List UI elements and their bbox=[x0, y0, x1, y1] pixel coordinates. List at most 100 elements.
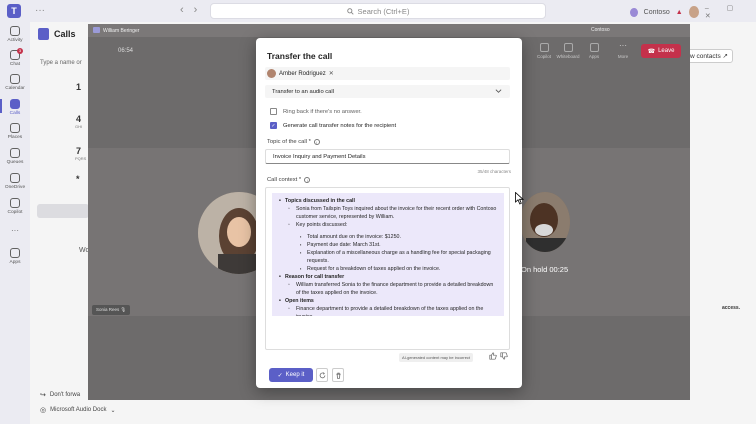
user-avatar[interactable] bbox=[688, 6, 699, 18]
topic-label-text: Topic of the call * bbox=[267, 139, 311, 145]
phone-icon bbox=[10, 99, 20, 109]
apps-icon bbox=[10, 248, 20, 258]
org-name[interactable]: Contoso bbox=[644, 9, 670, 16]
dial-key-1[interactable]: 1 bbox=[76, 82, 81, 92]
more-tool-button[interactable]: ··· More bbox=[611, 42, 635, 60]
search-icon bbox=[346, 7, 354, 15]
key-point: Total amount due on the invoice: $1250. bbox=[277, 233, 499, 241]
audio-device-label: Microsoft Audio Dock bbox=[50, 407, 107, 413]
app-rail: Activity 3 Chat Calendar Calls Places Que… bbox=[0, 22, 30, 424]
context-item: Sonia from Tailspin Toys inquired about … bbox=[277, 205, 499, 221]
ring-back-option[interactable]: Ring back if there's no answer. bbox=[270, 108, 362, 115]
copilot-tool-button[interactable]: Copilot bbox=[532, 43, 556, 59]
new-contacts-button[interactable]: w contacts ↗ bbox=[685, 49, 733, 63]
refresh-icon bbox=[319, 371, 325, 378]
history-nav: ‹ › bbox=[180, 4, 207, 16]
info-icon[interactable]: i bbox=[304, 177, 311, 183]
leave-label: Leave bbox=[658, 48, 675, 54]
call-context-content[interactable]: Topics discussed in the call Sonia from … bbox=[272, 193, 504, 316]
rail-item-queues[interactable]: Queues bbox=[0, 148, 30, 165]
thumbs-up-icon[interactable] bbox=[489, 352, 497, 360]
copilot-icon[interactable] bbox=[630, 7, 638, 17]
keep-label: Keep it bbox=[285, 372, 305, 378]
generate-notes-option[interactable]: ✓ Generate call transfer notes for the r… bbox=[270, 122, 396, 129]
context-item: Key points discussed: bbox=[277, 221, 499, 229]
recipient-avatar bbox=[267, 69, 276, 78]
back-icon[interactable]: ‹ bbox=[180, 4, 184, 16]
participant-avatar-right bbox=[520, 192, 570, 252]
participant-name-tag: Sonia Rees 🎙 bbox=[92, 305, 131, 315]
generate-notes-checkbox[interactable]: ✓ bbox=[270, 122, 277, 129]
info-icon[interactable]: i bbox=[313, 139, 320, 145]
dial-digit: 7 bbox=[76, 146, 82, 156]
regenerate-button[interactable] bbox=[316, 368, 328, 382]
call-forwarding[interactable]: ↪ Don't forwa bbox=[40, 391, 80, 399]
alert-icon: ▲ bbox=[675, 8, 683, 16]
keep-it-button[interactable]: ✓ Keep it bbox=[269, 368, 313, 382]
teams-logo-icon: T bbox=[7, 4, 21, 18]
context-item: William transferred Sonia to the finance… bbox=[277, 281, 499, 297]
rail-item-activity[interactable]: Activity bbox=[0, 26, 30, 43]
cloud-icon bbox=[10, 173, 20, 183]
call-org: Contoso bbox=[591, 27, 610, 33]
context-item: Finance department to provide a detailed… bbox=[277, 305, 499, 316]
discard-button[interactable] bbox=[332, 368, 344, 382]
topic-value: Invoice Inquiry and Payment Details bbox=[273, 153, 366, 160]
access-text: access. bbox=[722, 305, 741, 311]
window-controls[interactable]: – ▢ ✕ bbox=[705, 4, 756, 20]
recipient-chip[interactable]: Amber Rodriguez ✕ bbox=[267, 68, 334, 79]
more-icon[interactable]: ··· bbox=[35, 5, 45, 16]
rail-label: OneDrive bbox=[4, 185, 26, 190]
leave-button[interactable]: ☎ Leave bbox=[641, 44, 681, 58]
check-icon: ✓ bbox=[277, 372, 283, 379]
copilot-icon bbox=[10, 198, 20, 208]
search-input[interactable]: Search (Ctrl+E) bbox=[210, 3, 546, 19]
rail-item-copilot[interactable]: Copilot bbox=[0, 198, 30, 215]
new-contacts-label: w contacts bbox=[690, 53, 721, 60]
call-context-editor[interactable]: Topics discussed in the call Sonia from … bbox=[265, 187, 510, 350]
caller-name: William Beringer bbox=[103, 27, 140, 34]
forward-icon[interactable]: › bbox=[194, 4, 198, 16]
apps-icon bbox=[589, 43, 599, 52]
close-icon[interactable]: ✕ bbox=[329, 70, 334, 77]
dial-letters: GHI bbox=[75, 124, 83, 129]
forwarding-label: Don't forwa bbox=[49, 392, 81, 398]
video-icon bbox=[93, 27, 100, 33]
mic-icon: 🎙 bbox=[120, 307, 127, 312]
dialog-title: Transfer the call bbox=[267, 51, 333, 61]
transfer-dialog: Transfer the call Amber Rodriguez ✕ Tran… bbox=[256, 38, 522, 388]
whiteboard-icon bbox=[563, 43, 573, 52]
rail-item-calls[interactable]: Calls bbox=[0, 99, 30, 116]
call-button-placeholder[interactable] bbox=[37, 204, 89, 218]
tool-label: Copilot bbox=[536, 54, 551, 59]
whiteboard-tool-button[interactable]: Whiteboard bbox=[556, 43, 580, 59]
dial-key-7[interactable]: 7 PQRS bbox=[75, 146, 86, 161]
dial-key-star[interactable]: * bbox=[76, 174, 80, 184]
generate-notes-label: Generate call transfer notes for the rec… bbox=[283, 122, 397, 129]
topic-input[interactable]: Invoice Inquiry and Payment Details bbox=[265, 149, 510, 164]
ring-back-checkbox[interactable] bbox=[270, 108, 277, 115]
calls-icon bbox=[38, 28, 49, 40]
search-placeholder: Search (Ctrl+E) bbox=[357, 6, 410, 16]
rail-item-apps[interactable]: Apps bbox=[0, 248, 30, 265]
forward-icon: ↪ bbox=[40, 392, 46, 399]
transfer-type-select[interactable]: Transfer to an audio call bbox=[265, 85, 510, 98]
apps-tool-button[interactable]: Apps bbox=[582, 43, 606, 59]
mouse-cursor-icon bbox=[515, 192, 524, 205]
location-icon bbox=[10, 123, 20, 133]
rail-item-calendar[interactable]: Calendar bbox=[0, 74, 30, 91]
ai-disclaimer: AI-generated content may be incorrect bbox=[399, 353, 474, 362]
rail-item-chat[interactable]: 3 Chat bbox=[0, 48, 30, 67]
participant-name: Sonia Rees bbox=[96, 307, 120, 312]
chevron-down-icon bbox=[495, 89, 502, 93]
dial-key-4[interactable]: 4 GHI bbox=[75, 114, 83, 129]
context-label-text: Call context * bbox=[267, 177, 302, 183]
rail-item-onedrive[interactable]: OneDrive bbox=[0, 173, 30, 190]
queues-icon bbox=[10, 148, 20, 158]
unread-badge: 3 bbox=[17, 48, 23, 54]
more-apps-icon[interactable]: ··· bbox=[0, 226, 30, 235]
rail-item-places[interactable]: Places bbox=[0, 123, 30, 140]
audio-device[interactable]: ◎ Microsoft Audio Dock ⌄ bbox=[40, 406, 116, 414]
thumbs-down-icon[interactable] bbox=[500, 352, 508, 360]
dial-input[interactable]: Type a name or bbox=[40, 60, 82, 66]
